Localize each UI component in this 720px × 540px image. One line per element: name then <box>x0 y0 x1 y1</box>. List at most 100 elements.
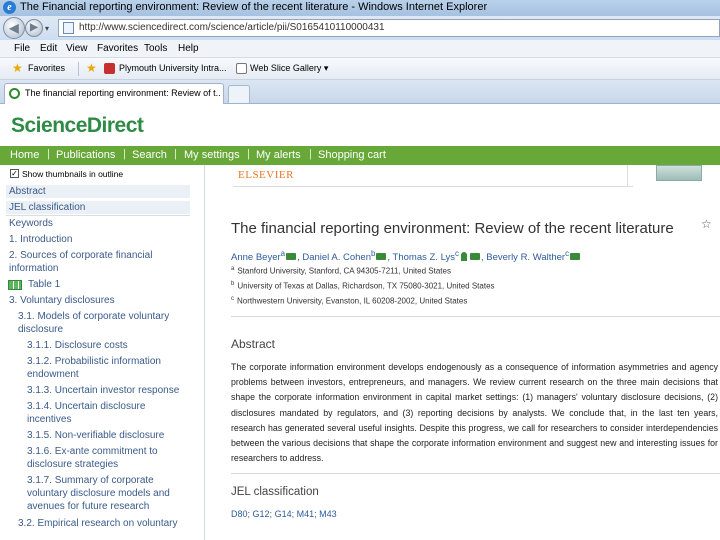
email-icon[interactable] <box>469 253 480 261</box>
header-divider <box>627 165 628 187</box>
outline-item-table-1[interactable]: Table 1 <box>28 278 60 291</box>
outline-item-keywords[interactable]: Keywords <box>9 217 53 230</box>
header-rule <box>233 186 633 187</box>
outline-item-uncertain-investor[interactable]: 3.1.3. Uncertain investor response <box>27 384 179 397</box>
article-title: The financial reporting environment: Rev… <box>231 220 674 237</box>
author-name[interactable]: Thomas Z. Lys <box>393 252 455 263</box>
author-affiliation-marker: a <box>280 249 286 258</box>
outline-item-ex-ante[interactable]: 3.1.6. Ex-ante commitment to <box>27 445 158 458</box>
nav-my-settings[interactable]: My settings <box>184 149 240 161</box>
affiliation-marker: c <box>231 296 234 302</box>
outline-item-probabilistic[interactable]: 3.1.2. Probabilistic information <box>27 355 161 368</box>
site-header: ScienceDirect <box>0 104 720 146</box>
nav-divider: | <box>247 148 250 160</box>
outline-item-empirical[interactable]: 3.2. Empirical research on voluntary <box>18 517 178 530</box>
nav-my-alerts[interactable]: My alerts <box>256 149 301 161</box>
outline-item-non-verifiable[interactable]: 3.1.5. Non-verifiable disclosure <box>27 429 164 442</box>
web-slice-icon <box>236 63 247 74</box>
url-text[interactable]: http://www.sciencedirect.com/science/art… <box>79 22 385 33</box>
outline-item-disclosure-costs[interactable]: 3.1.1. Disclosure costs <box>27 339 128 352</box>
outline-item-introduction[interactable]: 1. Introduction <box>9 233 72 246</box>
favorites-button[interactable]: Favorites <box>28 63 65 73</box>
sciencedirect-logo[interactable]: ScienceDirect <box>11 114 144 138</box>
nav-publications[interactable]: Publications <box>56 149 115 161</box>
corresponding-author-icon[interactable] <box>460 252 467 262</box>
forward-button[interactable]: ▶ <box>25 19 43 37</box>
journal-cover-thumbnail[interactable] <box>656 165 702 181</box>
menu-file[interactable]: File <box>14 43 30 54</box>
email-icon[interactable] <box>376 253 387 261</box>
jel-code[interactable]: G12 <box>253 509 270 519</box>
jel-code[interactable]: M43 <box>319 509 337 519</box>
menu-help[interactable]: Help <box>178 43 199 54</box>
outline-item-summary-cont[interactable]: voluntary disclosure models and <box>27 487 170 500</box>
thumbnail-option[interactable]: ✓ Show thumbnails in outline <box>10 169 123 179</box>
nav-search[interactable]: Search <box>132 149 167 161</box>
outline-item-sources-cont[interactable]: information <box>9 262 58 275</box>
outline-item-voluntary-disclosures[interactable]: 3. Voluntary disclosures <box>9 294 115 307</box>
back-button[interactable]: ◀ <box>3 17 25 39</box>
add-favorite-icon[interactable]: ★ <box>86 61 97 75</box>
favorite-link-plymouth[interactable]: Plymouth University Intra... <box>119 63 227 73</box>
thumbnail-checkbox[interactable]: ✓ <box>10 169 19 178</box>
affiliation: a Stanford University, Stanford, CA 94305… <box>231 266 451 276</box>
jel-code[interactable]: M41 <box>297 509 315 519</box>
address-row: ◀ ▶ ▾ http://www.sciencedirect.com/scien… <box>0 16 720 40</box>
email-icon[interactable] <box>286 253 297 261</box>
thumbnail-option-label: Show thumbnails in outline <box>22 169 124 179</box>
tab-article[interactable]: The financial reporting environment: Rev… <box>4 83 224 104</box>
recent-pages-dropdown[interactable]: ▾ <box>45 24 49 33</box>
outline-item-summary[interactable]: 3.1.7. Summary of corporate <box>27 474 154 487</box>
author-list: Anne Beyera, Daniel A. Cohenb, Thomas Z.… <box>231 249 581 263</box>
title-footnote-star[interactable]: ☆ <box>701 217 712 231</box>
menu-edit[interactable]: Edit <box>40 43 57 54</box>
outline-item-ex-ante-cont[interactable]: disclosure strategies <box>27 458 118 471</box>
browser-window: e The Financial reporting environment: R… <box>0 0 720 540</box>
nav-divider: | <box>47 148 50 160</box>
author-affiliation-marker: c <box>455 249 459 258</box>
jel-code[interactable]: G14 <box>275 509 292 519</box>
article-body: ELSEVIER The financial reporting environ… <box>205 165 720 540</box>
affiliation: b University of Texas at Dallas, Richards… <box>231 281 495 291</box>
outline-item-probabilistic-cont[interactable]: endowment <box>27 368 79 381</box>
author-name[interactable]: Anne Beyer <box>231 252 281 263</box>
outline-item-models-cont[interactable]: disclosure <box>18 323 63 336</box>
menu-favorites[interactable]: Favorites <box>97 43 138 54</box>
new-tab-button[interactable] <box>228 85 250 103</box>
nav-divider: | <box>123 148 126 160</box>
jel-heading: JEL classification <box>231 486 319 498</box>
affiliation-text: Stanford University, Stanford, CA 94305-… <box>237 266 451 276</box>
address-bar[interactable]: http://www.sciencedirect.com/science/art… <box>58 19 720 37</box>
author-name[interactable]: Beverly R. Walther <box>486 252 565 263</box>
outline-item-sources[interactable]: 2. Sources of corporate financial <box>9 249 152 262</box>
outline-item-uncertain-disclosure[interactable]: 3.1.4. Uncertain disclosure <box>27 400 145 413</box>
menu-bar: File Edit View Favorites Tools Help <box>0 40 720 58</box>
plymouth-site-icon <box>104 63 115 74</box>
tab-row: The financial reporting environment: Rev… <box>0 80 720 104</box>
outline-item-models[interactable]: 3.1. Models of corporate voluntary <box>18 310 169 323</box>
outline-item-abstract[interactable]: Abstract <box>6 185 190 198</box>
abstract-text: The corporate information environment de… <box>231 362 718 464</box>
page-icon <box>63 22 74 34</box>
window-title: The Financial reporting environment: Rev… <box>20 1 488 13</box>
favorite-link-web-slice-gallery[interactable]: Web Slice Gallery ▾ <box>250 63 328 74</box>
favorites-bar: ★ Favorites ★ Plymouth University Intra.… <box>0 58 720 80</box>
favorites-separator <box>78 62 79 76</box>
nav-shopping-cart[interactable]: Shopping cart <box>318 149 386 161</box>
section-rule <box>231 316 720 317</box>
menu-view[interactable]: View <box>66 43 88 54</box>
menu-tools[interactable]: Tools <box>144 43 167 54</box>
nav-home[interactable]: Home <box>10 149 39 161</box>
outline-item-summary-cont2[interactable]: avenues for future research <box>27 500 149 513</box>
affiliation: c Northwestern University, Evanston, IL 6… <box>231 296 467 306</box>
jel-code[interactable]: D80 <box>231 509 248 519</box>
sciencedirect-tab-icon <box>9 88 20 99</box>
outline-item-uncertain-disclosure-cont[interactable]: incentives <box>27 413 71 426</box>
site-nav: Home | Publications | Search | My settin… <box>0 146 720 165</box>
email-icon[interactable] <box>570 253 581 261</box>
favorites-star-icon: ★ <box>12 61 23 75</box>
author-name[interactable]: Daniel A. Cohen <box>302 252 371 263</box>
jel-codes: D80; G12; G14; M41; M43 <box>231 509 337 519</box>
outline-item-jel-classification[interactable]: JEL classification <box>6 201 190 214</box>
affiliation-text: Northwestern University, Evanston, IL 60… <box>237 296 468 306</box>
